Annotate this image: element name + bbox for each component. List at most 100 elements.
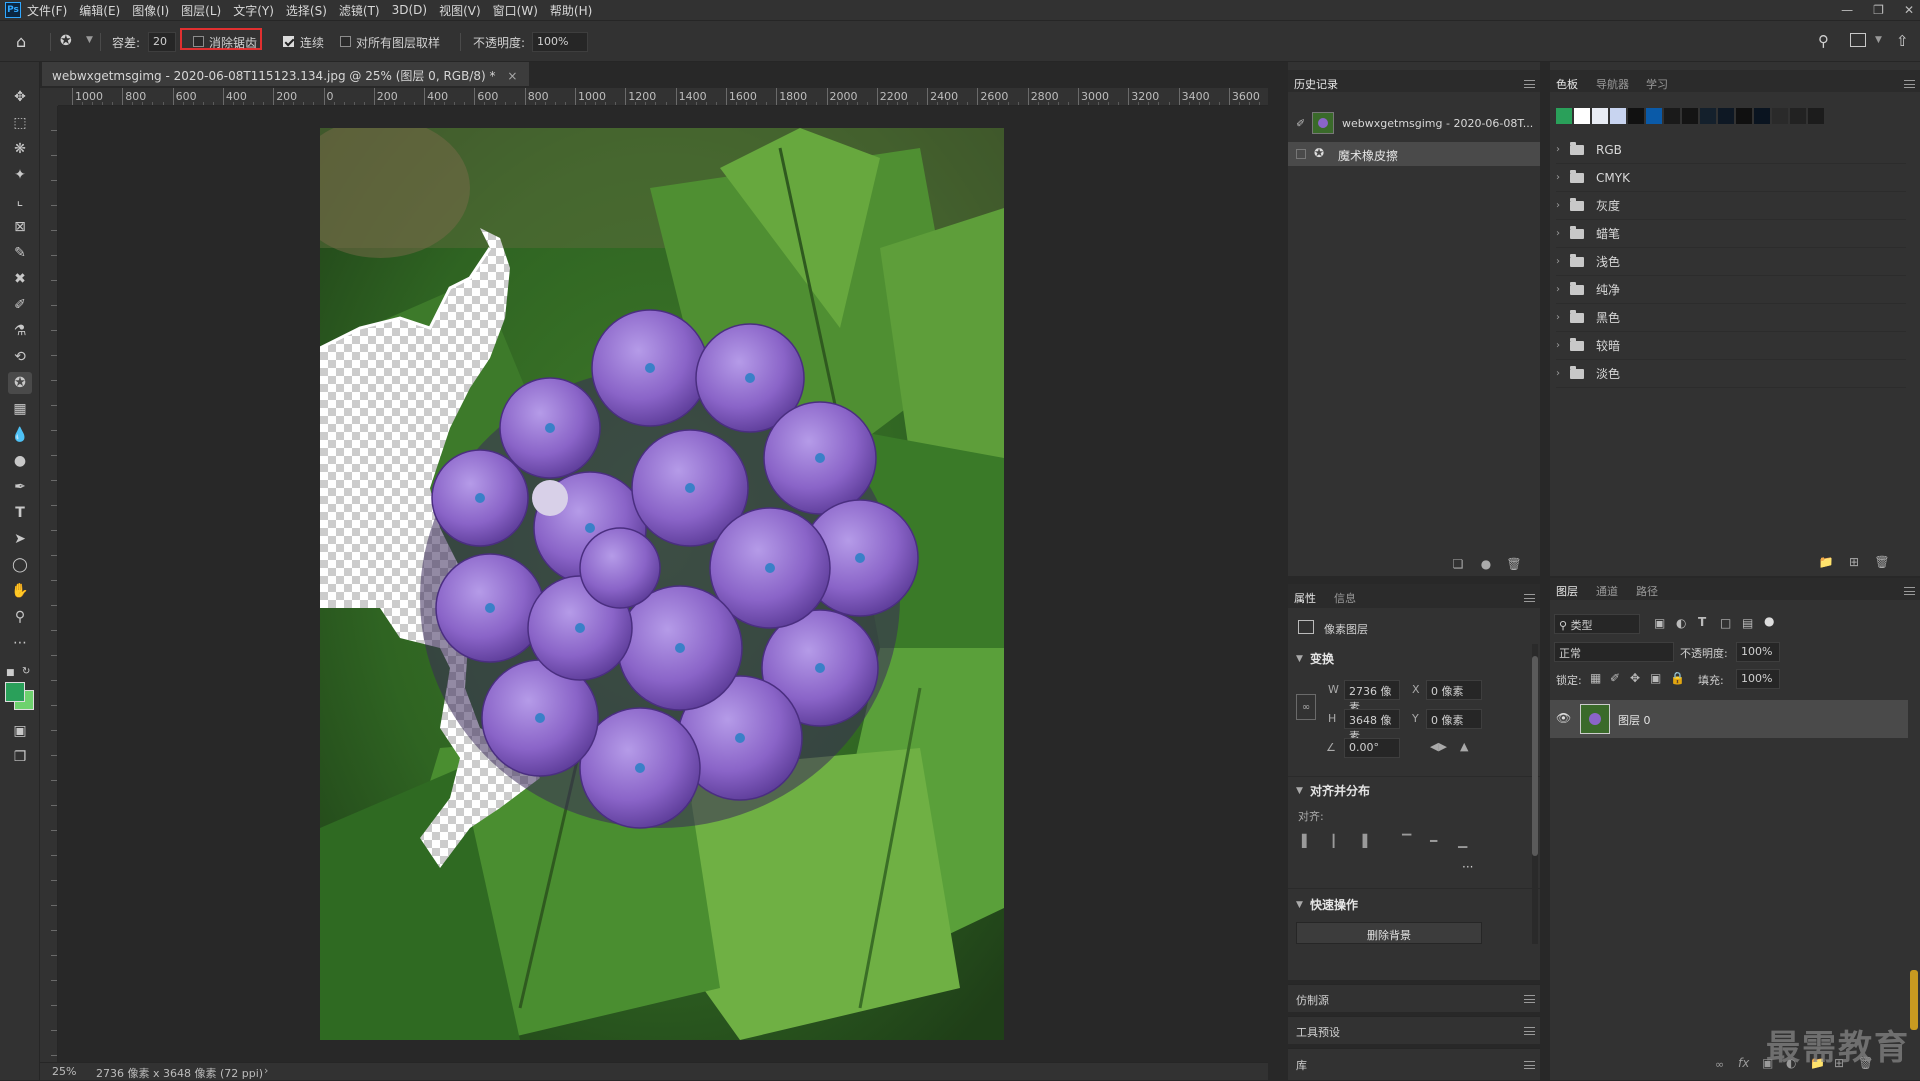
history-tab[interactable]: 历史记录 — [1294, 76, 1338, 92]
delete-state-icon[interactable]: 🗑 — [1506, 556, 1522, 572]
minimize-icon[interactable]: — — [1841, 3, 1853, 17]
filter-pixel-icon[interactable]: ▣ — [1654, 616, 1665, 630]
ellipse-tool-icon[interactable]: ◯ — [8, 554, 32, 576]
expand-chevron-icon[interactable]: › — [1556, 144, 1570, 155]
fill-input[interactable]: 100% — [1736, 669, 1780, 689]
color-swatch[interactable] — [1574, 108, 1590, 124]
lock-pixels-icon[interactable]: ✐ — [1610, 671, 1620, 685]
tolerance-input[interactable]: 20 — [148, 32, 176, 52]
path-selection-tool-icon[interactable]: ➤ — [8, 528, 32, 550]
lock-artboard-icon[interactable]: ▣ — [1650, 671, 1661, 685]
layer-opacity-input[interactable]: 100% — [1736, 642, 1780, 662]
align-left-icon[interactable]: ▌ — [1302, 834, 1311, 848]
more-tools-icon[interactable]: ⋯ — [8, 632, 32, 654]
color-swatch[interactable] — [1664, 108, 1680, 124]
lock-transparent-icon[interactable]: ▦ — [1590, 671, 1601, 685]
clone-source-panel[interactable]: 仿制源 — [1288, 984, 1540, 1012]
lock-position-icon[interactable]: ✥ — [1630, 671, 1640, 685]
flip-vertical-icon[interactable]: ▲ — [1460, 740, 1468, 753]
history-brush-tool-icon[interactable]: ⟲ — [8, 346, 32, 368]
color-swatch[interactable] — [1808, 108, 1824, 124]
sample-all-layers-checkbox[interactable] — [340, 36, 351, 47]
height-input[interactable]: 3648 像素 — [1344, 709, 1400, 743]
channels-tab[interactable]: 通道 — [1596, 583, 1618, 599]
align-right-icon[interactable]: ▐ — [1358, 834, 1367, 848]
swatch-group-pastel[interactable]: › 蜡笔 — [1556, 220, 1906, 248]
properties-scrollbar[interactable] — [1532, 644, 1538, 944]
new-swatch-group-icon[interactable]: 📁 — [1818, 554, 1834, 570]
antialias-checkbox[interactable] — [193, 36, 204, 47]
flip-horizontal-icon[interactable]: ◀▶ — [1430, 740, 1447, 753]
swatch-group-light[interactable]: › 浅色 — [1556, 248, 1906, 276]
zoom-level[interactable]: 25% — [52, 1065, 76, 1078]
history-panel-menu-icon[interactable] — [1524, 80, 1535, 88]
tool-presets-panel[interactable]: 工具预设 — [1288, 1016, 1540, 1044]
type-tool-icon[interactable]: T — [8, 502, 32, 524]
swatches-tab[interactable]: 色板 — [1556, 76, 1578, 92]
expand-chevron-icon[interactable]: › — [1556, 312, 1570, 323]
tool-presets-menu-icon[interactable] — [1524, 1027, 1535, 1035]
move-tool-icon[interactable]: ✥ — [8, 86, 32, 108]
properties-tab[interactable]: 属性 — [1294, 590, 1316, 606]
workspace-icon[interactable] — [1850, 33, 1866, 47]
menu-layer[interactable]: 图层(L) — [181, 2, 221, 19]
layers-panel-menu-icon[interactable] — [1904, 587, 1915, 595]
pen-tool-icon[interactable]: ✒ — [8, 476, 32, 498]
layers-scroll-indicator[interactable] — [1910, 970, 1918, 1030]
learn-tab[interactable]: 学习 — [1646, 76, 1668, 92]
expand-chevron-icon[interactable]: › — [1556, 228, 1570, 239]
healing-brush-tool-icon[interactable]: ✖ — [8, 268, 32, 290]
expand-chevron-icon[interactable]: › — [1556, 172, 1570, 183]
menu-file[interactable]: 文件(F) — [27, 2, 67, 19]
menu-view[interactable]: 视图(V) — [439, 2, 481, 19]
menu-help[interactable]: 帮助(H) — [550, 2, 592, 19]
marquee-tool-icon[interactable]: ⬚ — [8, 112, 32, 134]
document-image[interactable] — [320, 128, 1004, 1040]
align-center-h-icon[interactable]: ┃ — [1330, 834, 1337, 848]
swap-colors-icon[interactable]: ↻ — [22, 666, 30, 677]
swatches-panel-menu-icon[interactable] — [1904, 80, 1915, 88]
paths-tab[interactable]: 路径 — [1636, 583, 1658, 599]
lasso-tool-icon[interactable]: ❋ — [8, 138, 32, 160]
filter-shape-icon[interactable]: □ — [1720, 616, 1731, 630]
search-icon[interactable]: ⚲ — [1818, 32, 1829, 50]
brush-tool-icon[interactable]: ✐ — [8, 294, 32, 316]
crop-tool-icon[interactable]: ⌞ — [8, 190, 32, 212]
align-more-button[interactable]: ··· — [1462, 860, 1473, 874]
expand-chevron-icon[interactable]: › — [1556, 368, 1570, 379]
magic-eraser-preset-icon[interactable]: ✪ — [60, 33, 72, 49]
magic-wand-tool-icon[interactable]: ✦ — [8, 164, 32, 186]
screen-mode-icon[interactable]: ❐ — [8, 746, 32, 768]
frame-tool-icon[interactable]: ⊠ — [8, 216, 32, 238]
menu-filter[interactable]: 滤镜(T) — [339, 2, 380, 19]
expand-chevron-icon[interactable]: › — [1556, 200, 1570, 211]
eye-icon[interactable]: 👁 — [1556, 711, 1571, 725]
zoom-tool-icon[interactable]: ⚲ — [8, 606, 32, 628]
color-swatch[interactable] — [1556, 108, 1572, 124]
layer-name[interactable]: 图层 0 — [1618, 712, 1651, 728]
color-swatch[interactable] — [1754, 108, 1770, 124]
color-swatch[interactable] — [1628, 108, 1644, 124]
filter-smart-object-icon[interactable]: ▤ — [1742, 616, 1753, 630]
restore-icon[interactable]: ❐ — [1873, 3, 1884, 17]
remove-background-button[interactable]: 删除背景 — [1296, 922, 1482, 944]
color-swatch[interactable] — [1718, 108, 1734, 124]
properties-panel-menu-icon[interactable] — [1524, 594, 1535, 602]
navigator-tab[interactable]: 导航器 — [1596, 76, 1629, 92]
layers-tab[interactable]: 图层 — [1556, 583, 1578, 599]
blend-mode-select[interactable]: 正常 — [1554, 642, 1674, 662]
history-snapshot-row[interactable]: ✐ webwxgetmsgimg - 2020-06-08T... — [1288, 108, 1540, 138]
history-step-row[interactable]: ✪ 魔术橡皮擦 — [1288, 142, 1540, 166]
color-swatch[interactable] — [1610, 108, 1626, 124]
history-step-checkbox[interactable] — [1296, 149, 1306, 159]
color-swatch[interactable] — [1736, 108, 1752, 124]
foreground-color-swatch[interactable] — [5, 682, 25, 702]
contiguous-checkbox[interactable] — [283, 36, 294, 47]
color-swatch[interactable] — [1790, 108, 1806, 124]
gradient-tool-icon[interactable]: ▦ — [8, 398, 32, 420]
filter-toggle-icon[interactable]: ● — [1764, 614, 1774, 628]
link-layers-icon[interactable]: ∞ — [1715, 1058, 1724, 1071]
new-document-from-state-icon[interactable]: ❏ — [1450, 556, 1466, 572]
align-bottom-icon[interactable]: ▁ — [1458, 834, 1467, 848]
snapshot-camera-icon[interactable]: ● — [1478, 556, 1494, 572]
